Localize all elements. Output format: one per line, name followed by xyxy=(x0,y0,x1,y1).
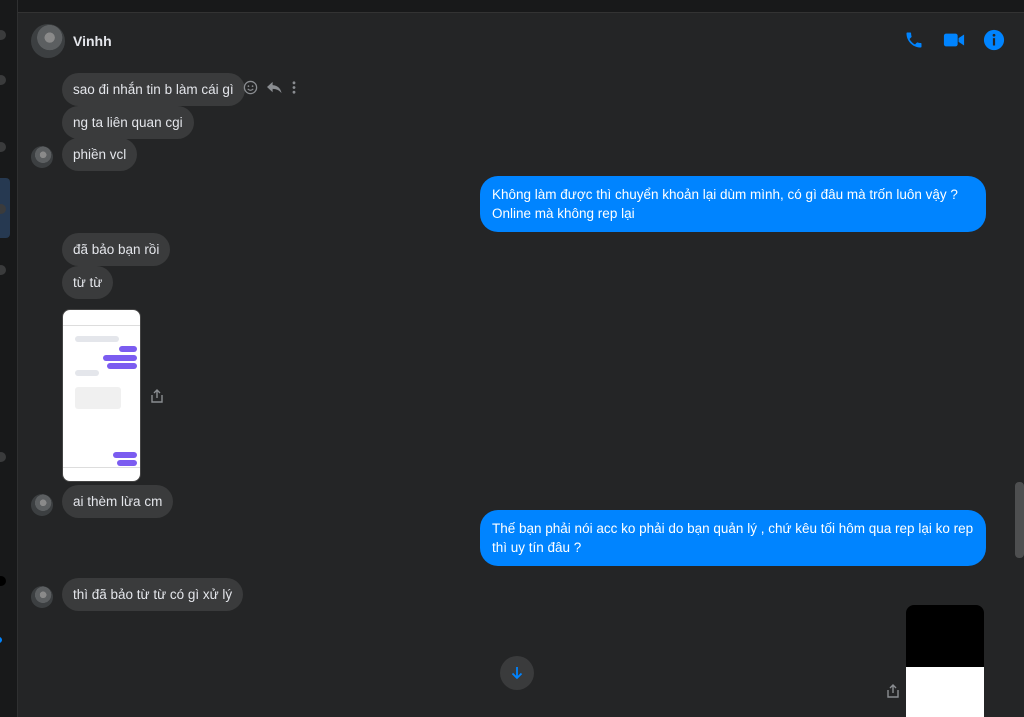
conversation-avatar[interactable] xyxy=(0,142,6,152)
message-bubble[interactable]: thì đã bảo từ từ có gì xử lý xyxy=(62,578,244,611)
thumb-message xyxy=(113,452,137,458)
message-bubble[interactable]: Thế bạn phải nói acc ko phải do bạn quản… xyxy=(480,510,986,566)
more-options-icon[interactable] xyxy=(291,80,297,100)
chat-panel: Vinhh sao đi nhắn tin b làm cái gì ng ta… xyxy=(18,12,1024,717)
thumb-content xyxy=(906,667,984,717)
thumb-message xyxy=(117,460,137,466)
arrow-down-icon xyxy=(511,667,523,680)
avatar[interactable] xyxy=(31,146,53,168)
message-bubble[interactable]: phiền vcl xyxy=(62,138,138,171)
conversation-avatar[interactable] xyxy=(0,452,6,462)
message-list[interactable]: sao đi nhắn tin b làm cái gì ng ta liên … xyxy=(18,69,1008,717)
message-bubble[interactable]: sao đi nhắn tin b làm cái gì xyxy=(62,73,245,106)
chat-header: Vinhh xyxy=(18,13,1024,69)
avatar[interactable] xyxy=(31,494,53,516)
share-icon[interactable] xyxy=(149,388,165,404)
image-attachment[interactable] xyxy=(906,605,984,717)
image-attachment[interactable] xyxy=(62,309,141,482)
thumb-message xyxy=(103,355,137,361)
thumb-message xyxy=(75,387,121,409)
video-icon[interactable] xyxy=(942,28,966,52)
message-bubble[interactable]: đã bảo bạn rồi xyxy=(62,233,171,266)
window-top-bar xyxy=(0,0,1024,12)
message-actions xyxy=(243,80,297,100)
message-bubble[interactable]: ng ta liên quan cgi xyxy=(62,106,194,139)
thumb-message xyxy=(75,336,119,342)
header-actions xyxy=(902,28,1006,52)
thumb-status-bar xyxy=(63,310,140,326)
conversation-avatar[interactable] xyxy=(0,576,6,586)
emoji-react-icon[interactable] xyxy=(243,80,258,100)
reply-icon[interactable] xyxy=(266,80,283,100)
message-bubble[interactable]: Không làm được thì chuyển khoản lại dùm … xyxy=(480,176,986,232)
conversation-avatar[interactable] xyxy=(0,75,6,85)
message-bubble[interactable]: ai thèm lừa cm xyxy=(62,485,174,518)
avatar[interactable] xyxy=(31,586,53,608)
contact-name[interactable]: Vinhh xyxy=(73,33,112,49)
message-bubble[interactable]: từ từ xyxy=(62,266,114,299)
conversation-avatar[interactable] xyxy=(0,30,6,40)
phone-icon[interactable] xyxy=(902,28,926,52)
scroll-to-bottom-button[interactable] xyxy=(500,656,534,690)
share-icon[interactable] xyxy=(885,683,901,699)
info-icon[interactable] xyxy=(982,28,1006,52)
scrollbar[interactable] xyxy=(1012,69,1024,717)
conversation-list-strip xyxy=(0,0,18,717)
avatar[interactable] xyxy=(31,24,65,58)
scrollbar-thumb[interactable] xyxy=(1015,482,1024,558)
thumb-message xyxy=(119,346,137,352)
thumb-message xyxy=(75,370,99,376)
thumb-nav-bar xyxy=(63,467,140,481)
conversation-avatar[interactable] xyxy=(0,265,6,275)
unread-dot xyxy=(0,637,2,643)
thumb-message xyxy=(107,363,137,369)
